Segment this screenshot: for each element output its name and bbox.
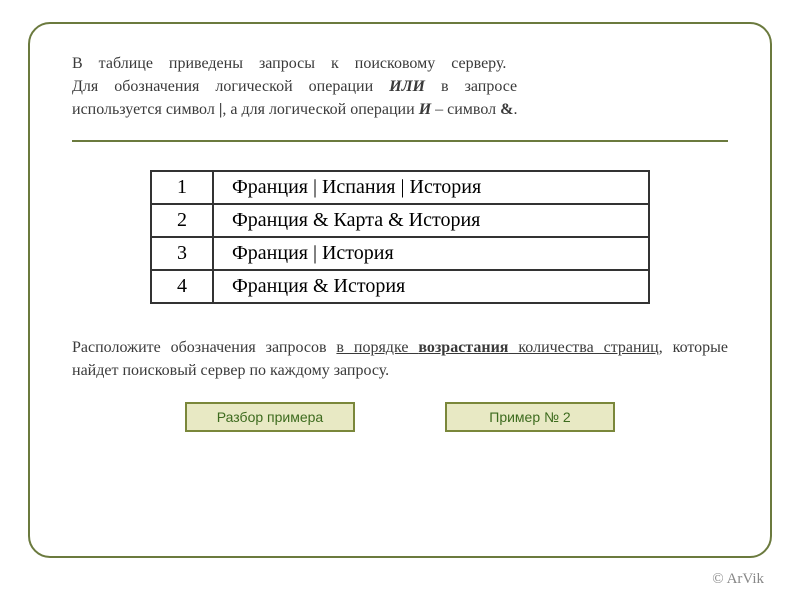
- divider: [72, 140, 728, 142]
- intro-text: В таблице приведены запросы к поисковому…: [72, 55, 506, 72]
- copyright: © ArVik: [712, 571, 764, 588]
- table-row: 3 Франция | История: [151, 237, 649, 270]
- row-number: 4: [151, 270, 213, 303]
- row-number: 3: [151, 237, 213, 270]
- intro-text: используется символ |, а для логической …: [72, 98, 517, 121]
- row-query: Франция & История: [213, 270, 649, 303]
- table-row: 1 Франция | Испания | История: [151, 171, 649, 204]
- table-row: 4 Франция & История: [151, 270, 649, 303]
- query-table: 1 Франция | Испания | История 2 Франция …: [150, 170, 650, 304]
- buttons-row: Разбор примера Пример № 2: [72, 402, 728, 432]
- intro-paragraph: В таблице приведены запросы к поисковому…: [72, 52, 728, 122]
- task-paragraph: Расположите обозначения запросов в поряд…: [72, 336, 728, 382]
- table-row: 2 Франция & Карта & История: [151, 204, 649, 237]
- slide-frame: В таблице приведены запросы к поисковому…: [28, 22, 772, 558]
- row-query: Франция & Карта & История: [213, 204, 649, 237]
- row-query: Франция | История: [213, 237, 649, 270]
- row-number: 2: [151, 204, 213, 237]
- row-number: 1: [151, 171, 213, 204]
- row-query: Франция | Испания | История: [213, 171, 649, 204]
- intro-text: Для обозначения логической операции ИЛИ …: [72, 78, 517, 95]
- example-analysis-button[interactable]: Разбор примера: [185, 402, 355, 432]
- example-2-button[interactable]: Пример № 2: [445, 402, 615, 432]
